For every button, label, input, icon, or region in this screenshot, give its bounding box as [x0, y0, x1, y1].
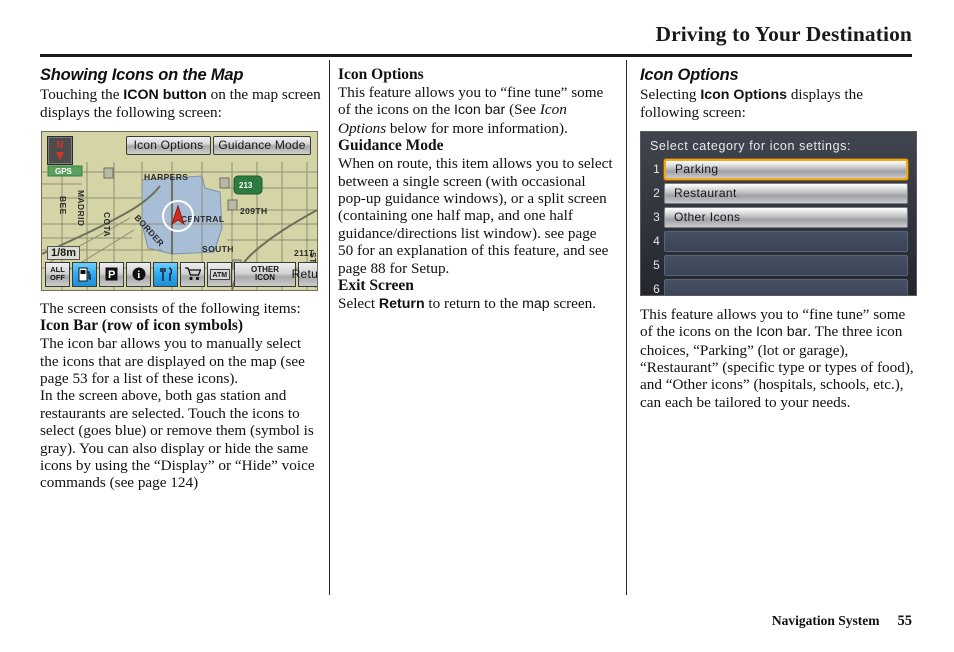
list-item[interactable]: 6	[649, 278, 908, 296]
right-intro-a: Selecting	[640, 86, 701, 103]
right-body-paragraph: This feature allows you to “fine tune” s…	[640, 306, 918, 411]
right-section-heading: Icon Options	[640, 66, 739, 84]
compass-icon: N	[47, 135, 73, 165]
compass-north-label: N	[56, 139, 64, 151]
footer: Navigation System 55	[772, 613, 912, 630]
left-section-heading: Showing Icons on the Map	[40, 66, 244, 84]
list-item[interactable]: 1 Parking	[649, 158, 908, 180]
list-item-other-icons-button[interactable]: Other Icons	[664, 206, 908, 228]
shopping-cart-icon	[184, 267, 201, 281]
icon-bar-other-icon-button[interactable]: OTHER ICON	[234, 261, 296, 287]
middle-paragraph-2: When on route, this item allows you to s…	[338, 155, 613, 277]
right-intro-paragraph: Selecting Icon Options displays the foll…	[640, 86, 918, 122]
svg-text:GPS: GPS	[55, 167, 73, 176]
icon-bar-information-button[interactable]: i	[126, 261, 151, 287]
list-screen-rows: 1 Parking 2 Restaurant 3 Other Icons 4 5	[649, 158, 908, 296]
middle-p3-c: to return to the	[424, 295, 523, 313]
icon-options-term: Icon Options	[700, 87, 788, 103]
column-left: Showing Icons on the Map Touching the IC…	[40, 66, 322, 492]
middle-paragraph-3: Select Return to return to the map scree…	[338, 295, 613, 313]
map-term: map	[522, 296, 550, 313]
icon-bar-shopping-button[interactable]	[180, 261, 205, 287]
svg-text:P: P	[108, 269, 115, 281]
left-intro-paragraph: Touching the ICON button on the map scre…	[40, 86, 322, 122]
svg-text:213: 213	[239, 181, 253, 190]
left-after-figure-paragraph: The screen consists of the following ite…	[40, 299, 301, 317]
map-icon-bar[interactable]: ALL OFF P i ATM OTHER ICON Retu	[45, 261, 317, 287]
info-icon: i	[132, 267, 145, 281]
middle-p1-b: (See	[505, 101, 540, 119]
manual-page: Driving to Your Destination Showing Icon…	[0, 0, 954, 652]
map-label-south: SOUTH	[202, 244, 234, 254]
left-subheading-icon-bar: Icon Bar (row of icon symbols)	[40, 317, 244, 335]
icon-bar-atm-button[interactable]: ATM	[207, 261, 232, 287]
left-paragraph-2: In the screen above, both gas station an…	[40, 387, 315, 492]
map-label-harpers: HARPERS	[144, 172, 188, 182]
map-label-central: CENTRAL	[181, 214, 224, 224]
map-label-cota: COTA	[102, 212, 112, 237]
map-label-bee: BEE	[58, 196, 68, 215]
parking-icon: P	[105, 267, 118, 281]
header-divider-rule	[40, 54, 912, 57]
list-item-empty-button[interactable]	[664, 230, 908, 252]
middle-p3-a: Select	[338, 295, 379, 313]
svg-text:i: i	[137, 270, 140, 281]
list-item[interactable]: 3 Other Icons	[649, 206, 908, 228]
list-item-number: 1	[653, 162, 660, 177]
list-screen-title: Select category for icon settings:	[650, 138, 852, 153]
icon-bar-term: Icon bar	[454, 102, 506, 119]
compass-arrow-icon	[56, 151, 64, 160]
gps-indicator: GPS	[47, 165, 83, 177]
return-term: Return	[378, 296, 425, 313]
icon-bar-gas-station-button[interactable]	[72, 261, 97, 287]
list-item[interactable]: 2 Restaurant	[649, 182, 908, 204]
icon-bar-all-off-button[interactable]: ALL OFF	[45, 261, 70, 287]
atm-icon: ATM	[209, 268, 230, 280]
middle-subheading-icon-options: Icon Options	[338, 66, 424, 83]
map-scale-label: 1/8m	[47, 245, 81, 260]
list-item-number: 3	[653, 210, 660, 225]
list-item-empty-button[interactable]	[664, 254, 908, 276]
list-item-number: 2	[653, 186, 660, 201]
footer-label: Navigation System	[771, 613, 880, 628]
column-divider-left	[329, 60, 330, 595]
icon-bar-parking-button[interactable]: P	[99, 261, 124, 287]
map-label-209th: 209TH	[240, 206, 268, 216]
map-guidance-mode-button[interactable]: Guidance Mode	[213, 135, 311, 155]
left-paragraph-1: The icon bar allows you to manually sele…	[40, 335, 305, 388]
list-item-number: 4	[653, 234, 660, 249]
column-divider-right	[626, 60, 627, 595]
middle-p1-c: below for more information).	[386, 119, 568, 137]
list-item-parking-button[interactable]: Parking	[664, 158, 908, 180]
page-title: Driving to Your Destination	[655, 22, 912, 46]
middle-paragraph-1: This feature allows you to “fine tune” s…	[338, 84, 613, 137]
icon-bar-restaurant-button[interactable]	[153, 261, 178, 287]
icon-bar-return-button[interactable]: Return	[292, 261, 317, 287]
highway-shield-213: 213	[233, 175, 263, 195]
map-icon-options-button[interactable]: Icon Options	[126, 135, 211, 155]
middle-subheading-exit-screen: Exit Screen	[338, 277, 414, 295]
icon-settings-screen-figure: Select category for icon settings: 1 Par…	[640, 130, 917, 296]
map-screen-figure: GPS 213 HARPERS CENTRAL SOUTH 209TH 211T…	[41, 130, 318, 291]
page-number: 55	[897, 613, 913, 629]
restaurant-icon	[159, 267, 172, 281]
column-right: Icon Options Selecting Icon Options disp…	[640, 66, 918, 411]
gas-pump-icon	[78, 267, 91, 282]
svg-text:ATM: ATM	[212, 272, 227, 279]
middle-p3-d: screen.	[549, 295, 597, 313]
list-item-restaurant-button[interactable]: Restaurant	[664, 182, 908, 204]
list-item-empty-button[interactable]	[664, 278, 908, 295]
list-item-number: 5	[653, 258, 660, 273]
map-label-madrid: MADRID	[76, 190, 86, 226]
icon-bar-term-right: Icon bar	[756, 324, 808, 341]
icon-button-term: ICON button	[123, 87, 207, 103]
list-item[interactable]: 5	[649, 254, 908, 276]
list-item[interactable]: 4	[649, 230, 908, 252]
left-intro-a: Touching the	[40, 86, 124, 103]
column-middle: Icon Options This feature allows you to …	[338, 66, 613, 313]
middle-subheading-guidance-mode: Guidance Mode	[338, 137, 444, 155]
list-item-number: 6	[653, 282, 660, 296]
